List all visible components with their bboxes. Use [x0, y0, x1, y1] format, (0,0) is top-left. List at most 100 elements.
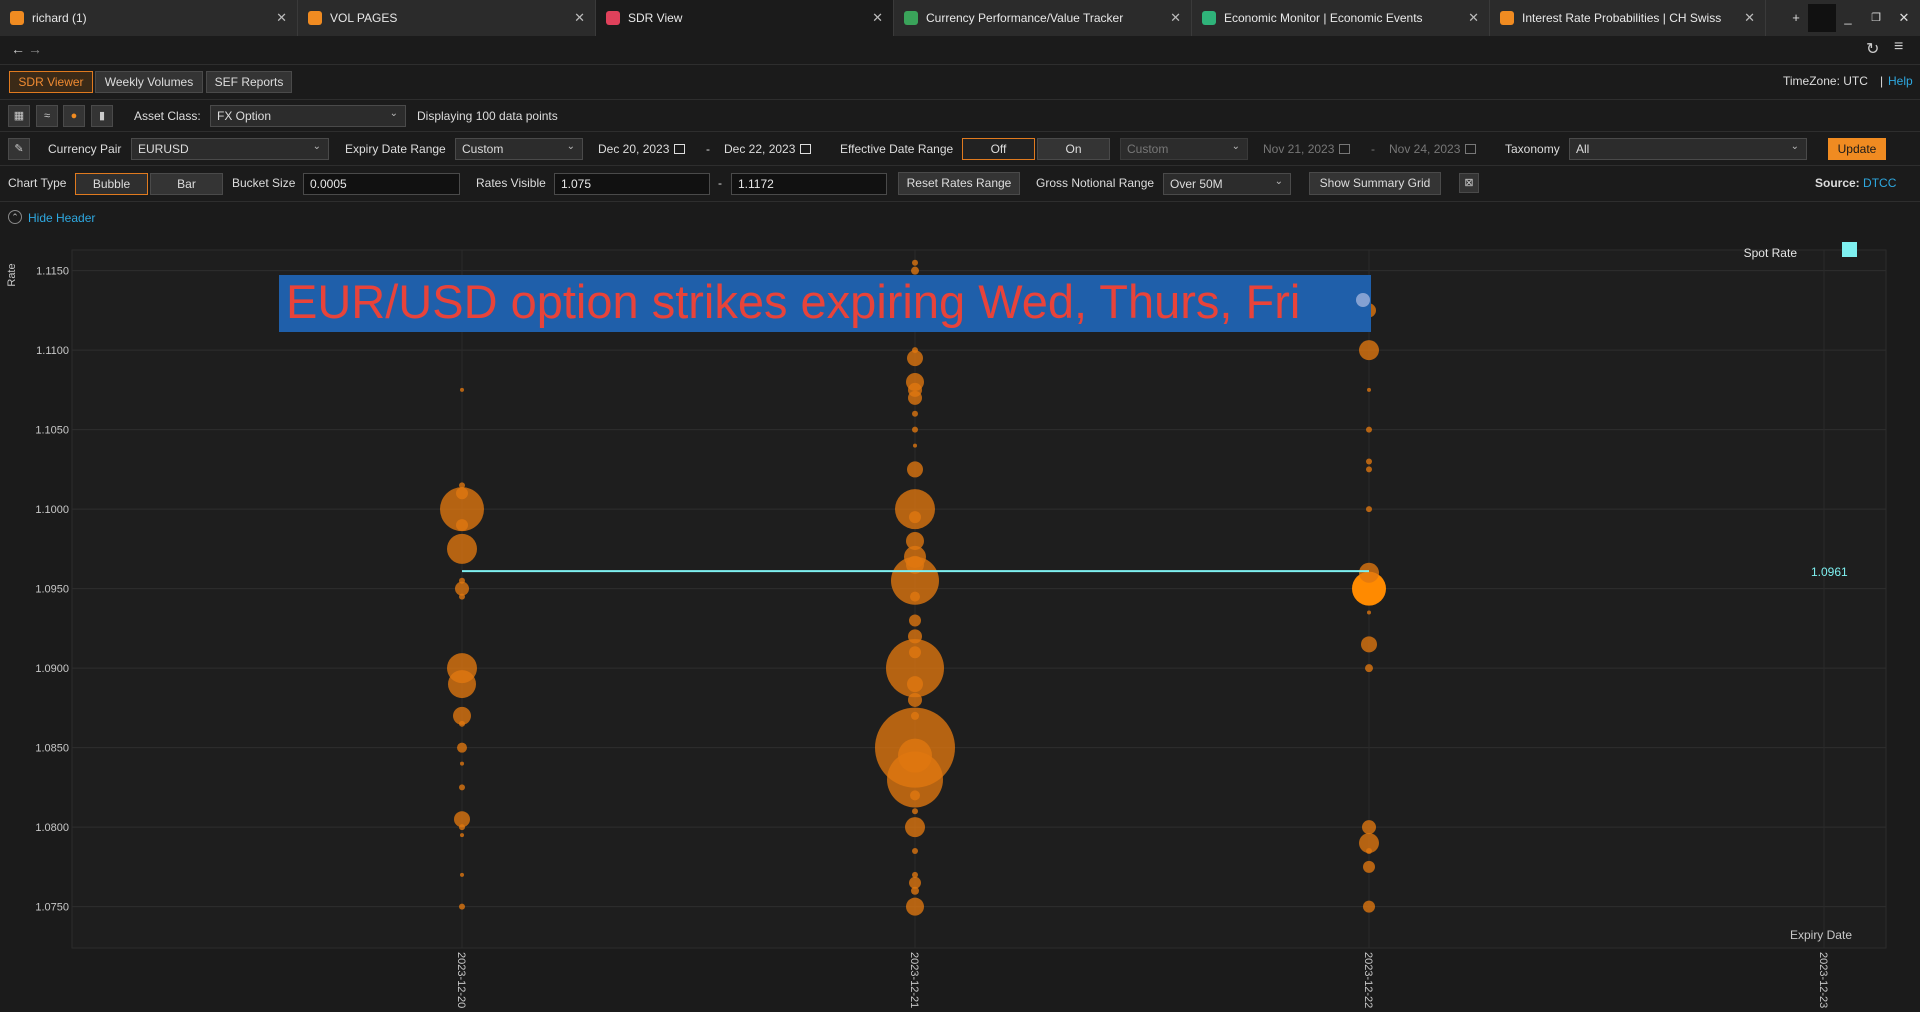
nav-bar: ← → ↻ ≡ — [0, 36, 1920, 65]
show-summary-grid-button[interactable]: Show Summary Grid — [1309, 172, 1441, 195]
data-bubble — [906, 897, 924, 916]
bucket-size-label: Bucket Size — [232, 176, 296, 190]
chart-type-label: Chart Type — [8, 176, 67, 190]
effective-range-select[interactable]: Custom ⌄ — [1120, 138, 1248, 160]
menu-icon[interactable]: ≡ — [1894, 38, 1903, 56]
calendar-icon[interactable] — [1465, 144, 1477, 154]
source-label: Source: DTCC — [1815, 176, 1896, 190]
taxonomy-select[interactable]: All ⌄ — [1569, 138, 1807, 160]
gross-notional-select[interactable]: Over 50M ⌄ — [1163, 173, 1291, 195]
tab-sef-reports[interactable]: SEF Reports — [206, 71, 292, 93]
tab-sdr-view[interactable]: SDR View ✕ — [596, 0, 894, 36]
tab-weekly-volumes[interactable]: Weekly Volumes — [95, 71, 203, 93]
tab-spacer — [1808, 4, 1836, 32]
export-excel-icon[interactable]: ⊠ — [1459, 173, 1479, 193]
line-chart-icon[interactable]: ≈ — [36, 105, 58, 127]
asset-class-select[interactable]: FX Option ⌄ — [210, 105, 406, 127]
tab-vol-pages[interactable]: VOL PAGES ✕ — [298, 0, 596, 36]
data-points-count: Displaying 100 data points — [417, 109, 558, 123]
close-icon[interactable]: ✕ — [1170, 10, 1181, 26]
chevron-down-icon: ⌄ — [1274, 176, 1283, 187]
effective-from-date[interactable]: Nov 21, 2023 — [1263, 142, 1351, 156]
rates-visible-label: Rates Visible — [476, 176, 546, 190]
data-bubble — [912, 426, 918, 433]
hide-header-link[interactable]: Hide Header — [28, 211, 95, 225]
data-bubble — [459, 720, 465, 727]
grid-view-icon[interactable]: ▦ — [8, 105, 30, 127]
expiry-from-date[interactable]: Dec 20, 2023 — [598, 142, 686, 156]
close-icon[interactable]: ✕ — [276, 10, 287, 26]
gross-notional-value: Over 50M — [1170, 177, 1223, 191]
bubble-chart-icon[interactable]: ● — [63, 105, 85, 127]
data-bubble — [1366, 458, 1372, 465]
bar-type-button[interactable]: Bar — [150, 173, 223, 195]
app-icon — [1500, 11, 1514, 25]
pin-icon[interactable]: ✎ — [8, 138, 30, 160]
refresh-icon[interactable]: ↻ — [1866, 39, 1879, 59]
data-bubble — [460, 872, 464, 877]
data-bubble — [913, 443, 917, 448]
rate-dash: - — [718, 176, 722, 190]
reset-rates-button[interactable]: Reset Rates Range — [898, 172, 1020, 195]
tab-richard[interactable]: richard (1) ✕ — [0, 0, 298, 36]
x-tick-label: 2023-12-23 — [1817, 952, 1829, 1008]
close-window-icon[interactable]: ✕ — [1894, 8, 1914, 28]
expiry-range-value: Custom — [462, 142, 504, 156]
tab-interest-rate-probabilities[interactable]: Interest Rate Probabilities | CH Swiss N… — [1490, 0, 1766, 36]
effective-toggle-on[interactable]: On — [1037, 138, 1110, 160]
data-bubble — [459, 824, 465, 831]
data-bubble — [1361, 636, 1377, 653]
data-bubble — [460, 833, 464, 838]
gross-notional-label: Gross Notional Range — [1036, 176, 1155, 190]
y-tick-label: 1.0850 — [35, 743, 69, 755]
data-bubble — [459, 593, 465, 600]
tab-economic-monitor[interactable]: Economic Monitor | Economic Events ✕ — [1192, 0, 1490, 36]
rate-from-input[interactable] — [554, 173, 710, 195]
data-bubble — [459, 903, 465, 910]
calendar-icon[interactable] — [1339, 144, 1351, 154]
rate-to-input[interactable] — [731, 173, 887, 195]
bubble-type-button[interactable]: Bubble — [75, 173, 148, 195]
app-icon — [308, 11, 322, 25]
data-bubble — [459, 784, 465, 791]
tab-currency-performance[interactable]: Currency Performance/Value Tracker ✕ — [894, 0, 1192, 36]
date-dash: - — [706, 142, 710, 156]
expiry-range-select[interactable]: Custom ⌄ — [455, 138, 583, 160]
source-link[interactable]: DTCC — [1863, 176, 1896, 190]
new-tab-icon[interactable]: + — [1786, 8, 1806, 28]
bubble-chart: 1.0750 1.0800 1.0850 1.0900 1.0950 1.1000 1.10… — [6, 242, 1887, 1008]
calendar-icon[interactable] — [800, 144, 812, 154]
close-icon[interactable]: ✕ — [574, 10, 585, 26]
expiry-to-date[interactable]: Dec 22, 2023 — [724, 142, 812, 156]
restore-icon[interactable]: ❐ — [1866, 8, 1886, 28]
bucket-size-input[interactable] — [303, 173, 460, 195]
forward-icon[interactable]: → — [28, 41, 42, 57]
effective-toggle-off[interactable]: Off — [962, 138, 1035, 160]
app-icon — [606, 11, 620, 25]
date-dash: - — [1371, 142, 1375, 156]
data-bubble — [459, 482, 465, 489]
y-tick-label: 1.0900 — [35, 663, 69, 675]
update-button[interactable]: Update — [1828, 138, 1886, 160]
data-bubble — [1367, 387, 1371, 392]
data-bubble — [1359, 340, 1379, 361]
tab-label: Interest Rate Probabilities | CH Swiss N… — [1522, 11, 1725, 25]
close-icon[interactable]: ✕ — [872, 10, 883, 26]
effective-to-date[interactable]: Nov 24, 2023 — [1389, 142, 1477, 156]
close-icon[interactable]: ✕ — [1744, 10, 1755, 26]
hide-header-row: ⌃ Hide Header — [0, 202, 1920, 232]
calendar-icon[interactable] — [674, 144, 686, 154]
back-icon[interactable]: ← — [11, 41, 25, 57]
app-icon — [10, 11, 24, 25]
bar-chart-icon[interactable]: ▮ — [91, 105, 113, 127]
help-link[interactable]: Help — [1888, 74, 1913, 88]
data-bubble — [456, 519, 468, 532]
collapse-icon[interactable]: ⌃ — [8, 210, 22, 224]
currency-pair-select[interactable]: EURUSD ⌄ — [131, 138, 329, 160]
minimize-icon[interactable]: _ — [1838, 8, 1858, 28]
close-icon[interactable]: ✕ — [1468, 10, 1479, 26]
data-bubble — [898, 738, 932, 773]
tab-sdr-viewer[interactable]: SDR Viewer — [9, 71, 93, 93]
data-bubble — [1367, 610, 1371, 615]
data-bubble — [1359, 562, 1379, 583]
